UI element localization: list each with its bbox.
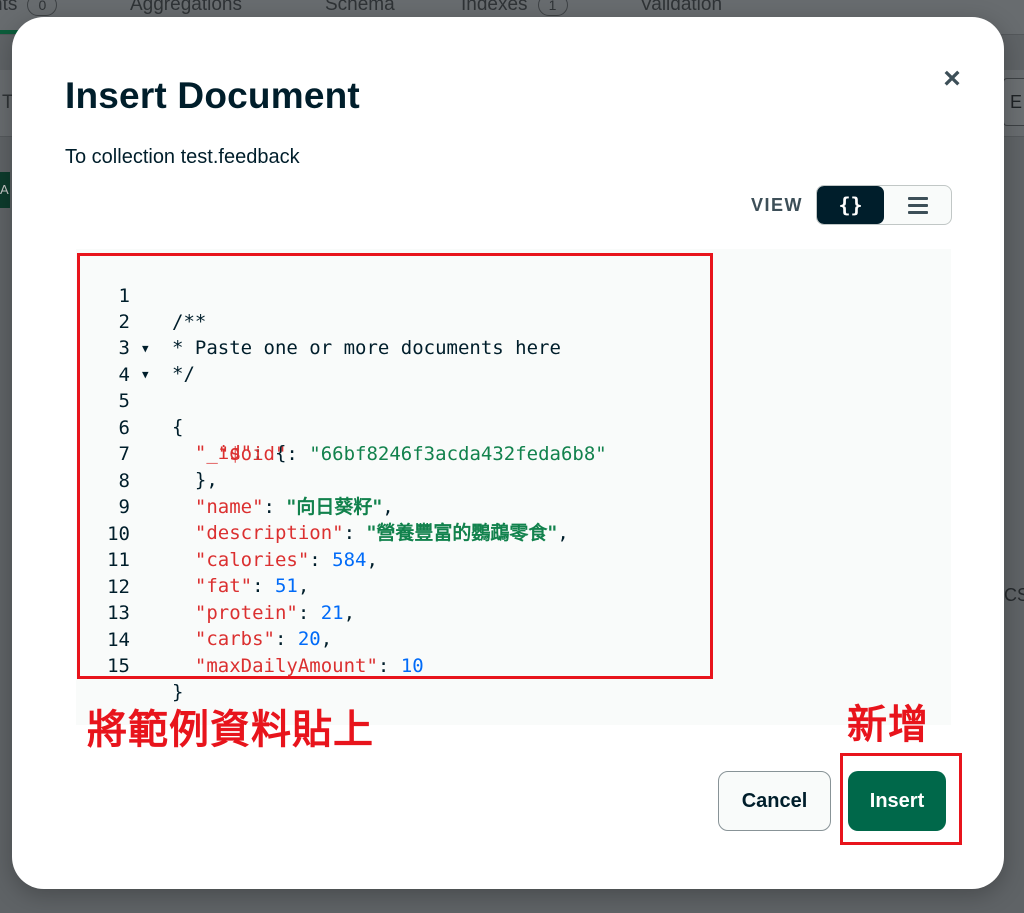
code-line: 5 ▼ "_id": {: [76, 362, 716, 464]
code-line: 1 /**: [76, 257, 716, 333]
insert-document-modal: × Insert Document To collection test.fee…: [12, 17, 1004, 889]
list-icon: [907, 196, 928, 214]
code-line: 11 "fat": 51,: [76, 521, 716, 597]
background-tab-aggregations: Aggregations: [130, 0, 242, 15]
code-line: 15 }: [76, 627, 716, 703]
code-line: 14 "maxDailyAmount": 10: [76, 601, 716, 677]
fold-toggle-icon[interactable]: ▼: [142, 336, 149, 362]
background-badge: A: [0, 172, 10, 208]
insert-button[interactable]: Insert: [848, 771, 946, 831]
background-tab-validation: Validation: [640, 0, 723, 15]
background-tab-documents: nts0: [0, 0, 58, 16]
code-line: 7 },: [76, 415, 716, 491]
background-tab-indexes: Indexes 1: [461, 0, 568, 16]
code-line: 4 ▼ {: [76, 336, 716, 438]
code-line: 12 "protein": 21,: [76, 548, 716, 624]
cancel-button[interactable]: Cancel: [718, 771, 831, 831]
code-line: 3 */: [76, 309, 716, 385]
json-view-button[interactable]: {}: [817, 186, 884, 224]
annotation-paste-label: 將範例資料貼上: [87, 707, 374, 753]
modal-title: Insert Document: [65, 75, 360, 116]
background-right-button: E: [1003, 78, 1024, 126]
view-label: VIEW: [751, 195, 804, 215]
background-tab-schema: Schema: [325, 0, 395, 15]
fold-toggle-icon[interactable]: ▼: [142, 362, 149, 388]
line-number: 15: [107, 655, 130, 677]
code-line: 9 "description": "營養豐富的鸚鵡零食",: [76, 468, 716, 544]
json-braces-icon: {}: [838, 193, 863, 217]
code-line: 8 "name": "向日葵籽",: [76, 442, 716, 518]
code-line: 13 "carbs": 20,: [76, 574, 716, 650]
list-view-button[interactable]: [884, 186, 951, 224]
view-toggle: {}: [816, 185, 952, 225]
code-line: 6 "$oid": "66bf8246f3acda432feda6b8": [76, 389, 716, 465]
code-line: 10 "calories": 584,: [76, 495, 716, 571]
code-line: 2 * Paste one or more documents here: [76, 283, 716, 359]
modal-subtitle: To collection test.feedback: [65, 146, 300, 168]
annotation-insert-label: 新增: [847, 702, 929, 748]
json-editor[interactable]: 1 /** 2 * Paste one or more documents he…: [76, 249, 951, 725]
close-icon[interactable]: ×: [940, 64, 964, 94]
background-csv-text: CSV: [1004, 585, 1024, 605]
